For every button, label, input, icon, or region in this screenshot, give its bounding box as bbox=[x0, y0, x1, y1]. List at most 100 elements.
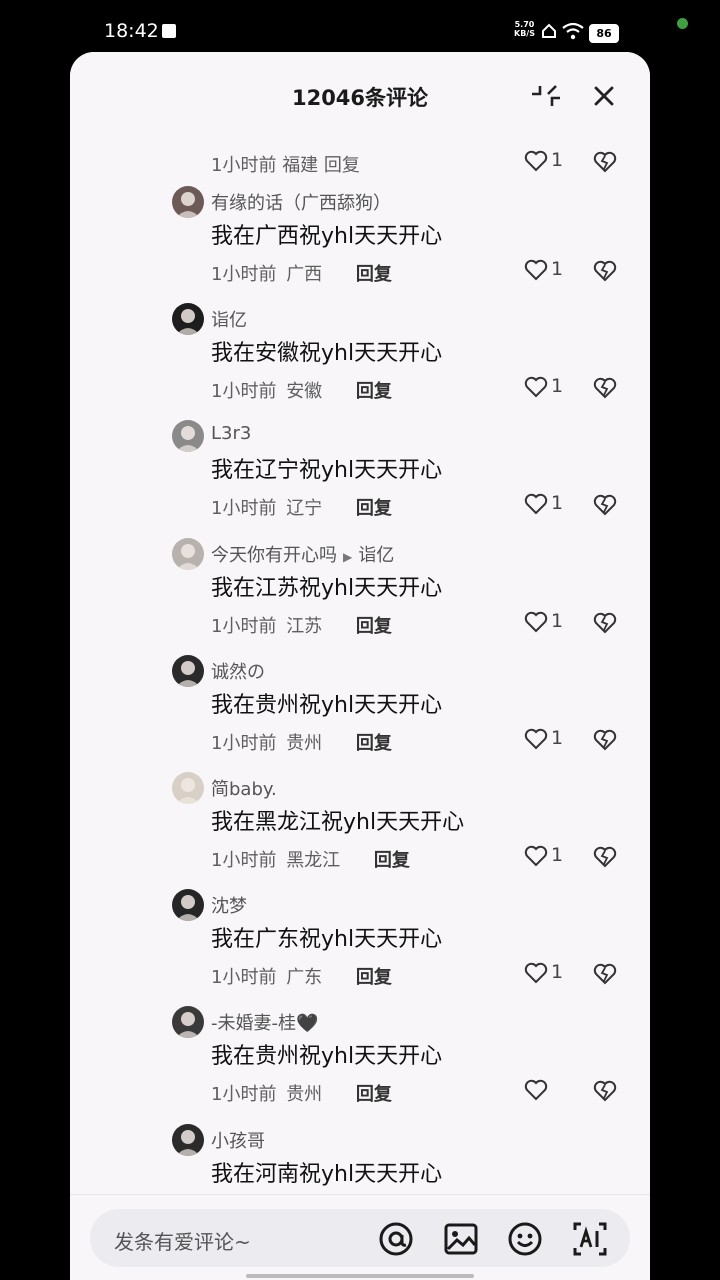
reply-button[interactable]: 回复 bbox=[324, 155, 360, 176]
broken-heart-icon[interactable] bbox=[592, 611, 618, 637]
sheet-header: 12046条评论 bbox=[70, 52, 650, 142]
status-time: 18:42 bbox=[104, 20, 159, 42]
like-count: 1 bbox=[551, 149, 564, 171]
heart-icon bbox=[524, 962, 548, 984]
comment-username[interactable]: 诣亿 bbox=[211, 306, 247, 332]
home-indicator[interactable] bbox=[246, 1274, 474, 1278]
comment-location: 贵州 bbox=[286, 732, 323, 754]
comment-location: 广东 bbox=[286, 967, 323, 989]
like-button[interactable]: 1 bbox=[524, 960, 584, 988]
comment-item[interactable]: 简baby. 我在黑龙江祝yhl天天开心 1小时前 黑龙江 回复 1 bbox=[70, 772, 650, 889]
heart-icon bbox=[524, 1080, 548, 1101]
comment-text: 我在辽宁祝yhl天天开心 bbox=[211, 458, 443, 484]
avatar[interactable] bbox=[172, 537, 204, 570]
image-icon[interactable] bbox=[443, 1221, 479, 1257]
avatar[interactable] bbox=[172, 186, 204, 218]
reply-button[interactable]: 回复 bbox=[356, 733, 392, 754]
like-button[interactable]: 1 bbox=[524, 148, 584, 176]
reply-button[interactable]: 回复 bbox=[356, 498, 392, 519]
username-text[interactable]: 诚然の bbox=[211, 662, 265, 683]
avatar[interactable] bbox=[172, 1006, 204, 1039]
comment-item[interactable]: 诚然の 我在贵州祝yhl天天开心 1小时前 贵州 回复 1 bbox=[70, 654, 650, 772]
comment-meta: 1小时前 安徽 回复 bbox=[211, 377, 392, 403]
broken-heart-icon[interactable] bbox=[592, 150, 618, 176]
username-text[interactable]: 诣亿 bbox=[211, 310, 247, 331]
comment-input-bar: 发条有爱评论~ bbox=[70, 1194, 650, 1280]
collapse-icon[interactable] bbox=[530, 80, 562, 112]
comment-username[interactable]: L3r3 bbox=[211, 423, 251, 444]
like-button[interactable] bbox=[524, 1077, 584, 1105]
comment-text: 我在广东祝yhl天天开心 bbox=[211, 927, 443, 953]
comment-sheet: 12046条评论 1小时前 福建 回复 1 有缘的话（广西舔狗） 我在广西祝yh… bbox=[70, 52, 650, 1280]
comment-username[interactable]: 沈梦 bbox=[211, 892, 247, 918]
like-button[interactable]: 1 bbox=[524, 491, 584, 519]
net-speed-value: 5.70 bbox=[514, 20, 535, 29]
broken-heart-icon[interactable] bbox=[592, 728, 618, 754]
broken-heart-icon[interactable] bbox=[592, 962, 618, 988]
like-button[interactable]: 1 bbox=[524, 726, 584, 754]
like-count: 1 bbox=[551, 726, 564, 749]
comment-item[interactable]: 小孩哥 我在河南祝yhl天天开心 bbox=[70, 1123, 650, 1192]
avatar[interactable] bbox=[172, 772, 204, 804]
heart-icon bbox=[524, 494, 548, 515]
reply-button[interactable]: 回复 bbox=[356, 381, 392, 402]
comment-username[interactable]: -未婚妻-桂🖤 bbox=[211, 1009, 318, 1035]
comment-input[interactable]: 发条有爱评论~ bbox=[90, 1209, 630, 1267]
avatar[interactable] bbox=[172, 654, 204, 687]
ai-icon[interactable] bbox=[572, 1221, 608, 1257]
comment-list[interactable]: 1小时前 福建 回复 1 有缘的话（广西舔狗） 我在广西祝yhl天天开心 1小时… bbox=[70, 142, 650, 1192]
broken-heart-icon[interactable] bbox=[592, 376, 618, 402]
comment-meta: 1小时前 广东 回复 bbox=[211, 963, 392, 989]
comment-item[interactable]: -未婚妻-桂🖤 我在贵州祝yhl天天开心 1小时前 贵州 回复 bbox=[70, 1006, 650, 1123]
username-text[interactable]: -未婚妻-桂🖤 bbox=[211, 1013, 318, 1034]
comment-time: 1小时前 bbox=[211, 967, 277, 989]
like-button[interactable]: 1 bbox=[524, 609, 584, 637]
like-count: 1 bbox=[551, 492, 564, 515]
comment-username[interactable]: 有缘的话（广西舔狗） bbox=[211, 189, 391, 215]
comment-time: 1小时前 bbox=[211, 155, 277, 176]
username-text[interactable]: 沈梦 bbox=[211, 896, 247, 917]
broken-heart-icon[interactable] bbox=[592, 1079, 618, 1105]
comment-username[interactable]: 今天你有开心吗 ▶ 诣亿 bbox=[211, 541, 394, 567]
avatar[interactable] bbox=[172, 889, 204, 922]
broken-heart-icon[interactable] bbox=[592, 845, 618, 871]
comment-username[interactable]: 诚然の bbox=[211, 658, 265, 684]
at-icon[interactable] bbox=[378, 1221, 414, 1257]
comment-text: 我在广西祝yhl天天开心 bbox=[211, 224, 443, 249]
heart-icon bbox=[524, 376, 548, 398]
reply-button[interactable]: 回复 bbox=[356, 967, 392, 988]
battery-icon: 86 bbox=[589, 24, 619, 43]
broken-heart-icon[interactable] bbox=[592, 493, 618, 519]
username-text[interactable]: 小孩哥 bbox=[211, 1131, 265, 1152]
comment-input-placeholder: 发条有爱评论~ bbox=[114, 1230, 251, 1254]
like-button[interactable]: 1 bbox=[524, 257, 584, 285]
emoji-icon[interactable] bbox=[507, 1221, 543, 1257]
comment-count-title: 12046条评论 bbox=[291, 86, 429, 110]
comment-location: 黑龙江 bbox=[286, 850, 341, 871]
username-text[interactable]: 简baby. bbox=[211, 779, 277, 800]
avatar[interactable] bbox=[172, 420, 204, 453]
comment-item[interactable]: 今天你有开心吗 ▶ 诣亿 我在江苏祝yhl天天开心 1小时前 江苏 回复 1 bbox=[70, 537, 650, 655]
broken-heart-icon[interactable] bbox=[592, 259, 618, 285]
comment-item[interactable]: 有缘的话（广西舔狗） 我在广西祝yhl天天开心 1小时前 广西 回复 1 bbox=[70, 186, 650, 303]
reply-button[interactable]: 回复 bbox=[374, 850, 410, 871]
reply-button[interactable]: 回复 bbox=[356, 1084, 392, 1105]
comment-item[interactable]: L3r3 我在辽宁祝yhl天天开心 1小时前 辽宁 回复 1 bbox=[70, 420, 650, 537]
username-text[interactable]: 今天你有开心吗 bbox=[211, 545, 337, 566]
comment-item[interactable]: 诣亿 我在安徽祝yhl天天开心 1小时前 安徽 回复 1 bbox=[70, 303, 650, 420]
comment-username[interactable]: 小孩哥 bbox=[211, 1127, 265, 1153]
username-text[interactable]: 有缘的话（广西舔狗） bbox=[211, 193, 391, 214]
avatar[interactable] bbox=[172, 303, 204, 336]
username-text[interactable]: L3r3 bbox=[211, 423, 251, 444]
like-button[interactable]: 1 bbox=[524, 374, 584, 402]
comment-item[interactable]: 沈梦 我在广东祝yhl天天开心 1小时前 广东 回复 1 bbox=[70, 889, 650, 1006]
close-icon[interactable] bbox=[588, 80, 620, 112]
comment-username[interactable]: 简baby. bbox=[211, 775, 277, 801]
reply-button[interactable]: 回复 bbox=[356, 264, 392, 285]
reply-target-name[interactable]: 诣亿 bbox=[358, 545, 394, 566]
reply-button[interactable]: 回复 bbox=[356, 616, 392, 637]
comment-location: 辽宁 bbox=[286, 498, 323, 520]
avatar[interactable] bbox=[172, 1123, 204, 1156]
like-button[interactable]: 1 bbox=[524, 843, 584, 871]
recording-dot-icon bbox=[677, 18, 688, 29]
